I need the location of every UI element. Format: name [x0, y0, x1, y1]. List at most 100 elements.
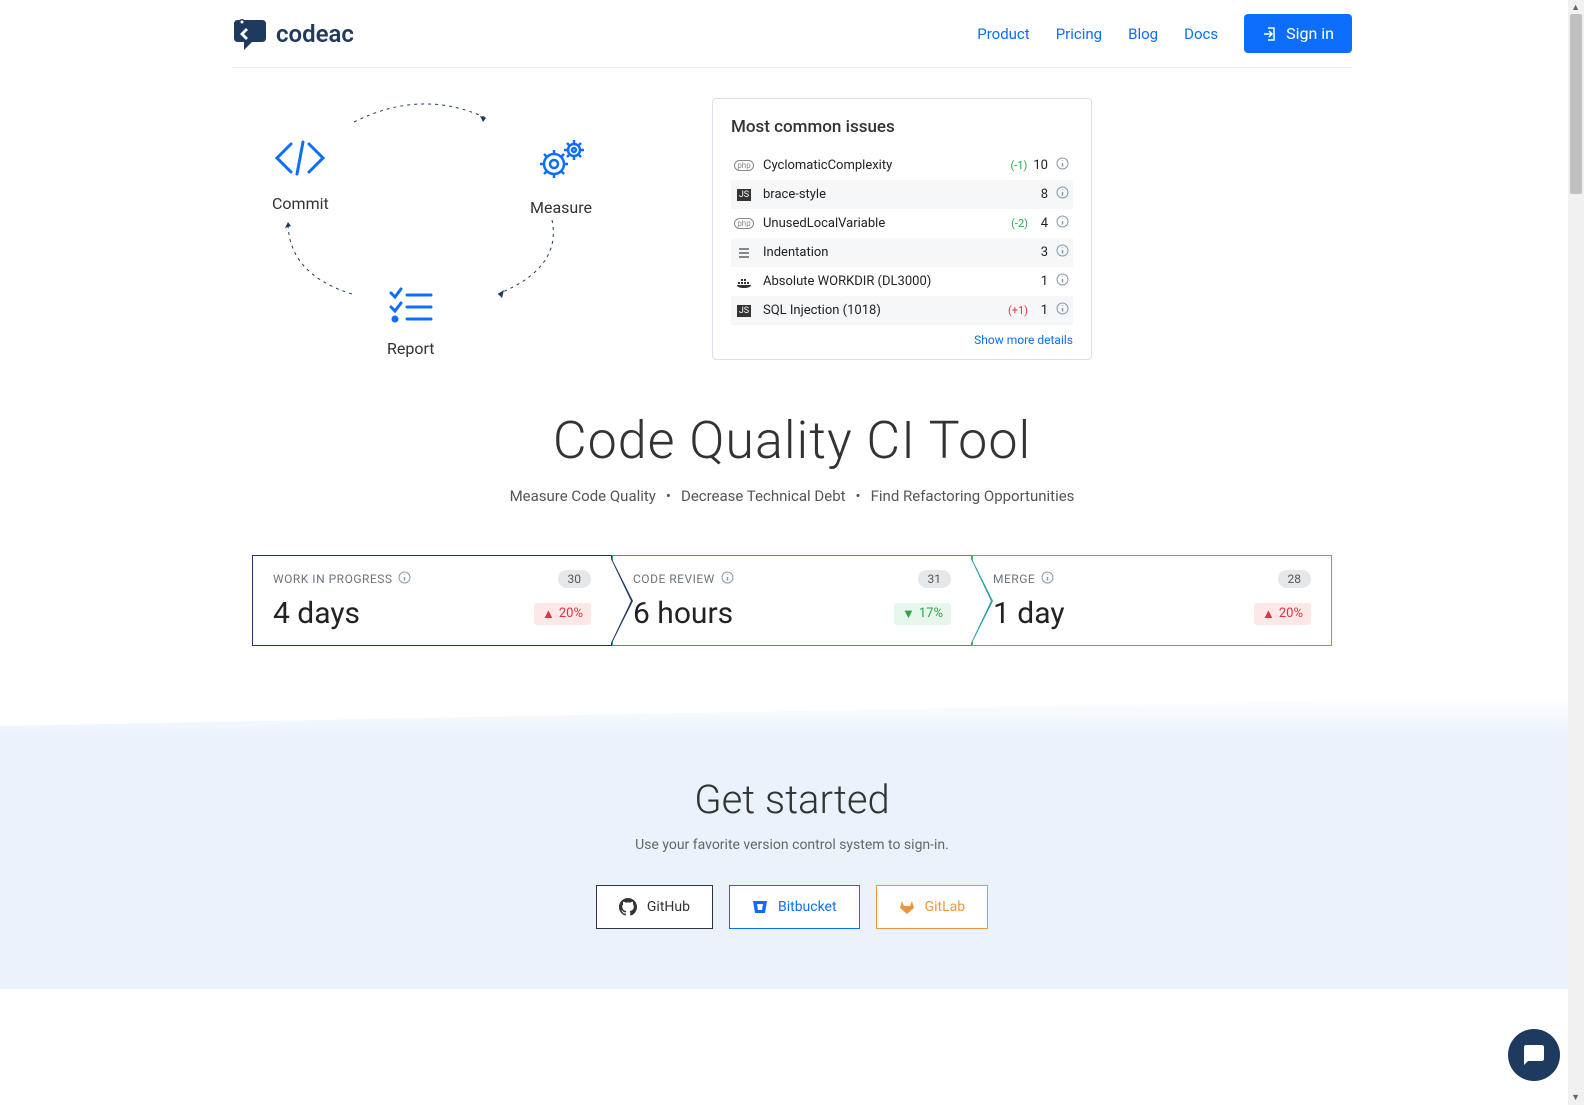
info-icon[interactable] — [1056, 244, 1069, 261]
issue-delta: (+1) — [1008, 304, 1028, 317]
main-nav: Product Pricing Blog Docs Sign in — [977, 14, 1352, 53]
issue-row: Absolute WORKDIR (DL3000) 1 — [731, 267, 1073, 296]
lang-icon: JS — [735, 305, 753, 317]
issue-count: 3 — [1034, 245, 1048, 260]
bitbucket-button[interactable]: Bitbucket — [729, 885, 860, 929]
issue-count: 1 — [1034, 274, 1048, 289]
cycle-commit: Commit — [272, 138, 329, 213]
top-section: Commit Measure Report Most common issues… — [232, 98, 1352, 360]
github-button[interactable]: GitHub — [596, 885, 713, 929]
gears-icon — [534, 138, 588, 182]
stage-count: 28 — [1278, 570, 1312, 588]
cycle-report-label: Report — [387, 339, 435, 358]
hero-title: Code Quality CI Tool — [232, 410, 1352, 471]
gitlab-label: GitLab — [925, 899, 966, 915]
info-icon[interactable] — [1056, 215, 1069, 232]
chat-icon — [1522, 1043, 1546, 1067]
lang-icon — [735, 246, 753, 260]
issue-count: 1 — [1034, 303, 1048, 318]
stage-value: 6 hours — [633, 596, 733, 631]
info-icon[interactable] — [1056, 302, 1069, 319]
scroll-up-icon[interactable]: ▲ — [1571, 2, 1580, 13]
arrow-3 — [282, 218, 362, 298]
issue-name: CyclomaticComplexity — [763, 158, 1011, 173]
signin-icon — [1262, 26, 1278, 42]
show-more-link[interactable]: Show more details — [731, 333, 1073, 347]
issues-list: php CyclomaticComplexity (-1) 10 JS brac… — [731, 151, 1073, 325]
issue-delta: (-2) — [1011, 217, 1028, 230]
issue-count: 10 — [1033, 158, 1048, 173]
issue-row: Indentation 3 — [731, 238, 1073, 267]
bear-logo-icon — [232, 16, 268, 52]
github-label: GitHub — [647, 899, 690, 915]
info-icon[interactable] — [721, 571, 734, 587]
stage-title: WORK IN PROGRESS — [273, 571, 411, 587]
stage-card: MERGE 28 1 day ▲ 20% — [972, 555, 1332, 646]
get-started-sub: Use your favorite version control system… — [0, 837, 1584, 853]
stage-count: 31 — [918, 570, 952, 588]
logo-text: codeac — [276, 20, 354, 48]
issue-row: JS SQL Injection (1018) (+1) 1 — [731, 296, 1073, 325]
issue-delta: (-1) — [1011, 159, 1028, 172]
scrollbar[interactable]: ▲ ▼ — [1568, 0, 1584, 1105]
lang-icon: JS — [735, 189, 753, 201]
issues-card: Most common issues php CyclomaticComplex… — [712, 98, 1092, 360]
hero-tagline: Measure Code Quality•Decrease Technical … — [232, 487, 1352, 505]
chat-widget[interactable] — [1508, 1029, 1560, 1081]
issue-row: php CyclomaticComplexity (-1) 10 — [731, 151, 1073, 180]
stage-card: CODE REVIEW 31 6 hours ▼ 17% — [612, 555, 972, 646]
issue-name: SQL Injection (1018) — [763, 303, 1008, 318]
nav-blog[interactable]: Blog — [1128, 25, 1158, 43]
get-started-section: Get started Use your favorite version co… — [0, 696, 1584, 989]
lang-icon — [735, 275, 753, 289]
info-icon[interactable] — [1056, 157, 1069, 174]
info-icon[interactable] — [1056, 186, 1069, 203]
nav-product[interactable]: Product — [977, 25, 1029, 43]
stage-pct: ▲ 20% — [534, 603, 591, 625]
issue-name: Indentation — [763, 245, 1034, 260]
info-icon[interactable] — [1056, 273, 1069, 290]
lang-icon: php — [735, 218, 753, 229]
stage-title: CODE REVIEW — [633, 571, 734, 587]
issue-count: 8 — [1034, 187, 1048, 202]
trend-icon: ▲ — [542, 606, 555, 622]
arrow-1 — [352, 98, 492, 124]
stage-title: MERGE — [993, 571, 1054, 587]
code-icon — [273, 138, 327, 178]
bitbucket-label: Bitbucket — [778, 899, 837, 915]
scrollbar-thumb[interactable] — [1570, 14, 1582, 194]
signin-button[interactable]: Sign in — [1244, 14, 1352, 53]
lang-icon: php — [735, 160, 753, 171]
cycle-commit-label: Commit — [272, 194, 329, 213]
stage-count: 30 — [558, 570, 592, 588]
cycle-measure-label: Measure — [530, 198, 592, 217]
get-started-title: Get started — [0, 776, 1584, 823]
github-icon — [619, 898, 637, 916]
info-icon[interactable] — [398, 571, 411, 587]
issue-name: Absolute WORKDIR (DL3000) — [763, 274, 1034, 289]
hero: Code Quality CI Tool Measure Code Qualit… — [232, 410, 1352, 505]
issues-title: Most common issues — [731, 117, 1073, 137]
nav-pricing[interactable]: Pricing — [1056, 25, 1102, 43]
trend-icon: ▼ — [902, 606, 915, 622]
issue-row: JS brace-style 8 — [731, 180, 1073, 209]
gitlab-button[interactable]: GitLab — [876, 885, 989, 929]
issue-row: php UnusedLocalVariable (-2) 4 — [731, 209, 1073, 238]
checklist-icon — [389, 287, 433, 323]
scroll-down-icon[interactable]: ▼ — [1571, 1092, 1580, 1103]
issue-count: 4 — [1034, 216, 1048, 231]
stages: WORK IN PROGRESS 30 4 days ▲ 20% CODE RE… — [232, 555, 1352, 646]
tagline-3: Find Refactoring Opportunities — [861, 487, 1085, 505]
nav-docs[interactable]: Docs — [1184, 25, 1218, 43]
signin-label: Sign in — [1286, 24, 1334, 43]
cycle-report: Report — [387, 287, 435, 358]
tagline-2: Decrease Technical Debt — [671, 487, 856, 505]
tagline-1: Measure Code Quality — [500, 487, 666, 505]
gitlab-icon — [899, 899, 915, 915]
logo[interactable]: codeac — [232, 16, 354, 52]
trend-icon: ▲ — [1262, 606, 1275, 622]
vcs-buttons: GitHub Bitbucket GitLab — [0, 885, 1584, 929]
bitbucket-icon — [752, 899, 768, 915]
cycle-diagram: Commit Measure Report — [252, 98, 592, 358]
info-icon[interactable] — [1041, 571, 1054, 587]
